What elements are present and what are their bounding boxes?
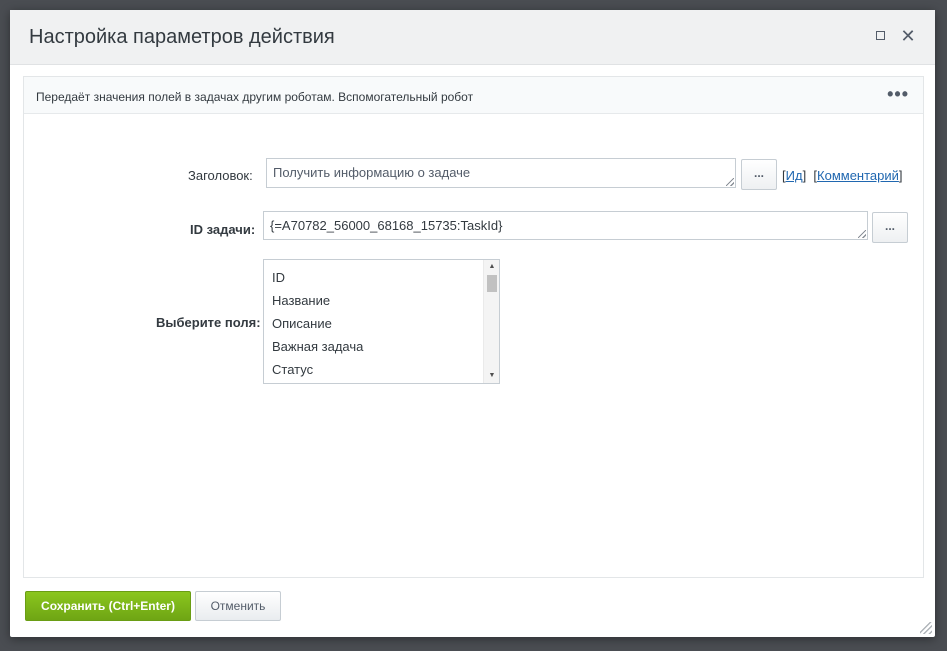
scroll-up-icon[interactable]: ▲ bbox=[484, 260, 499, 274]
description-text: Передаёт значения полей в задачах другим… bbox=[36, 90, 474, 104]
list-item[interactable]: Статус bbox=[264, 358, 499, 381]
listbox-options: ID Название Описание Важная задача Стату… bbox=[264, 260, 499, 381]
task-id-insert-button[interactable]: ... bbox=[872, 212, 908, 243]
dialog-body: Передаёт значения полей в задачах другим… bbox=[23, 76, 924, 578]
maximize-icon bbox=[875, 31, 885, 40]
maximize-button[interactable] bbox=[870, 26, 890, 46]
save-button[interactable]: Сохранить (Ctrl+Enter) bbox=[25, 591, 191, 621]
dialog-titlebar[interactable]: Настройка параметров действия ✕ bbox=[10, 10, 935, 65]
title-insert-button[interactable]: ... bbox=[741, 159, 777, 190]
title-input[interactable]: Получить информацию о задаче bbox=[266, 158, 736, 188]
close-button[interactable]: ✕ bbox=[898, 26, 918, 46]
task-id-input[interactable]: {=A70782_56000_68168_15735:TaskId} bbox=[263, 211, 868, 240]
scroll-down-icon[interactable]: ▼ bbox=[484, 369, 499, 383]
close-icon: ✕ bbox=[900, 26, 916, 46]
task-id-label: ID задачи: bbox=[190, 222, 256, 237]
list-item[interactable]: Описание bbox=[264, 312, 499, 335]
settings-dialog: Настройка параметров действия ✕ Передаёт… bbox=[10, 10, 935, 637]
title-links: [Ид] [Комментарий] bbox=[782, 168, 903, 183]
list-item[interactable]: ID bbox=[264, 266, 499, 289]
listbox-scrollbar[interactable]: ▲ ▼ bbox=[483, 260, 499, 383]
fields-listbox[interactable]: ID Название Описание Важная задача Стату… bbox=[263, 259, 500, 384]
task-id-value: {=A70782_56000_68168_15735:TaskId} bbox=[270, 218, 503, 233]
cancel-button[interactable]: Отменить bbox=[195, 591, 281, 621]
select-fields-label: Выберите поля: bbox=[156, 315, 261, 330]
more-menu-icon[interactable]: ••• bbox=[887, 84, 909, 105]
description-bar: Передаёт значения полей в задачах другим… bbox=[24, 77, 923, 114]
list-item[interactable]: Название bbox=[264, 289, 499, 312]
list-item[interactable]: Важная задача bbox=[264, 335, 499, 358]
comment-link[interactable]: Комментарий bbox=[817, 168, 899, 183]
dialog-title: Настройка параметров действия bbox=[29, 26, 335, 48]
title-input-value: Получить информацию о задаче bbox=[273, 165, 471, 180]
id-link[interactable]: Ид bbox=[786, 168, 803, 183]
scroll-thumb[interactable] bbox=[487, 275, 497, 292]
title-label: Заголовок: bbox=[188, 168, 253, 183]
resize-handle-icon[interactable] bbox=[726, 178, 734, 186]
dialog-resize-icon[interactable] bbox=[920, 622, 932, 634]
resize-handle-icon[interactable] bbox=[858, 230, 866, 238]
